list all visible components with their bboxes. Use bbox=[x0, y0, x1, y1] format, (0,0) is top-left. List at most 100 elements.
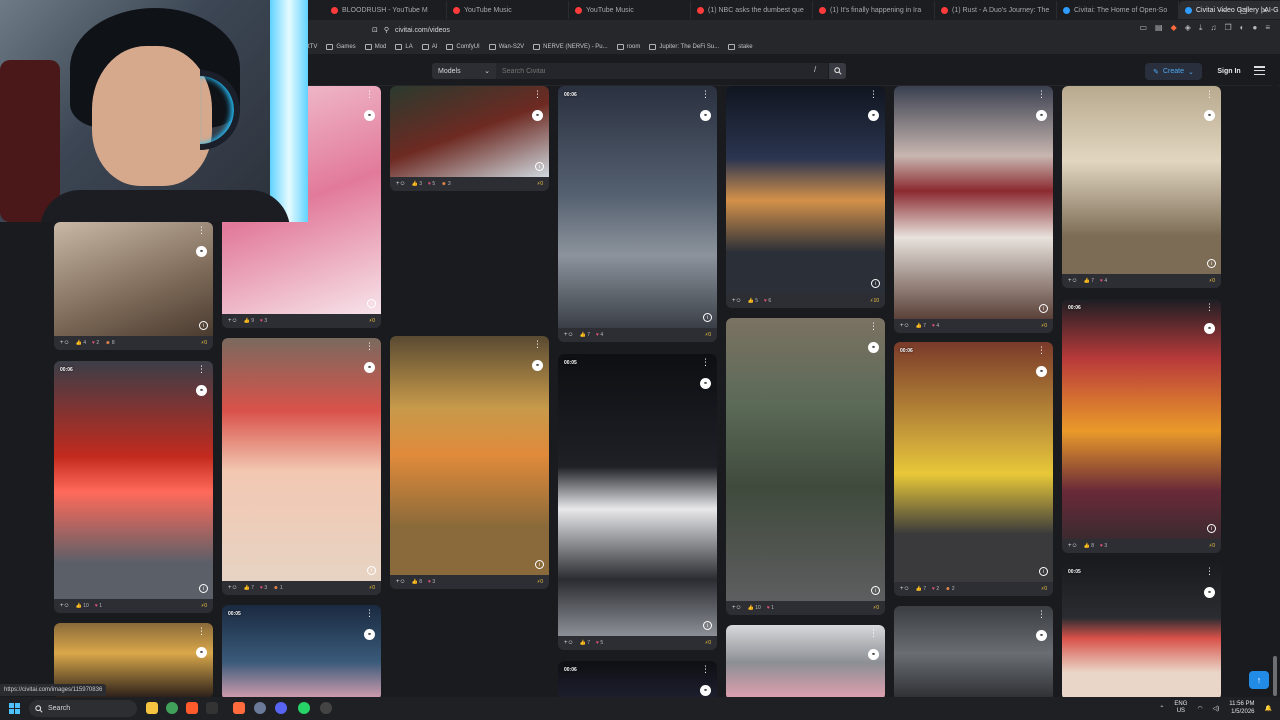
profile-icon[interactable]: ● bbox=[1252, 23, 1257, 33]
browser-menu-icon[interactable]: ≡ bbox=[1265, 23, 1270, 33]
volume-icon[interactable]: ◁) bbox=[1213, 705, 1220, 712]
browser-tab[interactable]: YouTube Music bbox=[569, 1, 691, 19]
bookmark-item[interactable]: stake bbox=[728, 44, 753, 50]
reaction-count[interactable]: ♥ 6 bbox=[764, 298, 771, 304]
video-thumbnail[interactable] bbox=[390, 86, 549, 177]
bookmark-star-icon[interactable]: ⊡ bbox=[372, 26, 378, 34]
video-card[interactable]: 00:06 ⋮ ⚭ i +☺ 👍 10 ♥ 1 ⚡0 bbox=[54, 361, 213, 613]
cast-icon[interactable]: ▭ bbox=[1139, 23, 1147, 33]
tray-chevron-icon[interactable]: ⌃ bbox=[1159, 705, 1164, 712]
add-reaction-button[interactable]: +☺ bbox=[228, 585, 238, 591]
info-icon[interactable]: i bbox=[367, 566, 376, 575]
info-icon[interactable]: i bbox=[1207, 259, 1216, 268]
add-reaction-button[interactable]: +☺ bbox=[396, 579, 406, 585]
browser-tab[interactable]: (1) It's finally happening in Ira bbox=[813, 1, 935, 19]
remix-icon[interactable]: ⚭ bbox=[1036, 630, 1047, 641]
reaction-count[interactable]: 👍 4 bbox=[76, 340, 86, 346]
info-icon[interactable]: i bbox=[871, 586, 880, 595]
more-options-icon[interactable]: ⋮ bbox=[1205, 303, 1214, 312]
remix-icon[interactable]: ⚭ bbox=[700, 685, 711, 696]
terminal-icon[interactable] bbox=[206, 702, 218, 714]
reaction-count[interactable]: ♥ 2 bbox=[92, 340, 99, 346]
video-thumbnail[interactable] bbox=[726, 86, 885, 294]
reaction-count[interactable]: 👍 3 bbox=[412, 181, 422, 187]
sign-in-button[interactable]: Sign In bbox=[1210, 63, 1248, 80]
video-card[interactable]: ⋮ ⚭ i +☺ 👍 8 ♥ 3 ⚡0 bbox=[390, 336, 549, 589]
remix-icon[interactable]: ⚭ bbox=[700, 110, 711, 121]
reaction-count[interactable]: ♥ 4 bbox=[932, 323, 939, 329]
more-options-icon[interactable]: ⋮ bbox=[1037, 90, 1046, 99]
info-icon[interactable]: i bbox=[199, 321, 208, 330]
bookmark-item[interactable]: Wan-S2V bbox=[488, 44, 524, 50]
clock[interactable]: 11:56 PM 1/5/2026 bbox=[1229, 700, 1254, 716]
video-thumbnail[interactable] bbox=[894, 606, 1053, 701]
info-icon[interactable]: i bbox=[1207, 524, 1216, 533]
bookmark-item[interactable]: Mod bbox=[364, 44, 386, 50]
remix-icon[interactable]: ⚭ bbox=[1036, 366, 1047, 377]
reaction-count[interactable]: ♥ 5 bbox=[428, 181, 435, 187]
video-card[interactable]: 00:05 ⋮ ⚭ bbox=[222, 605, 381, 700]
page-icon[interactable]: ▤ bbox=[1155, 23, 1163, 33]
reaction-count[interactable]: ♥ 4 bbox=[1100, 278, 1107, 284]
video-thumbnail[interactable] bbox=[558, 354, 717, 636]
bookmark-item[interactable]: AI bbox=[421, 44, 437, 50]
info-icon[interactable]: i bbox=[1039, 567, 1048, 576]
obs-icon[interactable] bbox=[320, 702, 332, 714]
reaction-count[interactable]: 👍 7 bbox=[580, 640, 590, 646]
reaction-count[interactable]: ☻ 1 bbox=[273, 585, 282, 591]
shield-icon[interactable]: ◆ bbox=[1171, 23, 1177, 33]
wallet-icon[interactable]: ◐ bbox=[1240, 23, 1245, 33]
buzz-tip-count[interactable]: ⚡0 bbox=[201, 340, 207, 346]
video-card[interactable]: ⋮ ⚭ i +☺ 👍 10 ♥ 1 ⚡0 bbox=[726, 318, 885, 615]
video-thumbnail[interactable] bbox=[54, 361, 213, 599]
video-thumbnail[interactable] bbox=[726, 625, 885, 700]
more-options-icon[interactable]: ⋮ bbox=[197, 226, 206, 235]
video-thumbnail[interactable] bbox=[558, 86, 717, 328]
reaction-count[interactable]: 👍 10 bbox=[76, 603, 89, 609]
remix-icon[interactable]: ⚭ bbox=[868, 649, 879, 660]
page-scrollbar[interactable] bbox=[1272, 56, 1278, 696]
download-icon[interactable]: ⤓ bbox=[1199, 23, 1203, 33]
remix-icon[interactable]: ⚭ bbox=[532, 360, 543, 371]
info-icon[interactable]: i bbox=[535, 560, 544, 569]
maximize-icon[interactable]: ▢ bbox=[1240, 6, 1248, 15]
info-icon[interactable]: i bbox=[703, 313, 712, 322]
more-options-icon[interactable]: ⋮ bbox=[365, 609, 374, 618]
video-card[interactable]: ⋮ ⚭ i +☺ 👍 7 ♥ 4 ⚡0 bbox=[894, 86, 1053, 333]
add-reaction-button[interactable]: +☺ bbox=[396, 181, 406, 187]
minimize-icon[interactable]: — bbox=[1218, 6, 1226, 15]
remix-icon[interactable]: ⚭ bbox=[1204, 323, 1215, 334]
reaction-count[interactable]: 👍 7 bbox=[916, 323, 926, 329]
video-card[interactable]: 00:05 ⋮ ⚭ i +☺ 👍 7 ♥ 5 ⚡0 bbox=[558, 354, 717, 650]
reaction-count[interactable]: ♥ 1 bbox=[95, 603, 102, 609]
settings-icon[interactable] bbox=[254, 702, 266, 714]
reaction-count[interactable]: 👍 7 bbox=[580, 332, 590, 338]
reaction-count[interactable]: 👍 7 bbox=[1084, 278, 1094, 284]
video-card[interactable]: 00:06 ⋮ ⚭ i +☺ 👍 8 ♥ 3 ⚡0 bbox=[1062, 299, 1221, 553]
more-options-icon[interactable]: ⋮ bbox=[1037, 610, 1046, 619]
browser-tab[interactable]: YouTube Music bbox=[447, 1, 569, 19]
bookmark-item[interactable]: room bbox=[616, 44, 640, 50]
browser-tab[interactable]: Civitai: The Home of Open-So bbox=[1057, 1, 1179, 19]
more-options-icon[interactable]: ⋮ bbox=[1037, 346, 1046, 355]
site-info-icon[interactable]: ⚲ bbox=[384, 26, 389, 34]
add-reaction-button[interactable]: +☺ bbox=[1068, 543, 1078, 549]
remix-icon[interactable]: ⚭ bbox=[1036, 110, 1047, 121]
remix-icon[interactable]: ⚭ bbox=[532, 110, 543, 121]
remix-icon[interactable]: ⚭ bbox=[196, 647, 207, 658]
video-thumbnail[interactable] bbox=[1062, 86, 1221, 274]
video-thumbnail[interactable] bbox=[390, 336, 549, 575]
music-icon[interactable]: ♫ bbox=[1210, 23, 1216, 33]
buzz-tip-count[interactable]: ⚡0 bbox=[1209, 543, 1215, 549]
hamburger-menu-icon[interactable] bbox=[1254, 66, 1265, 75]
buzz-tip-count[interactable]: ⚡0 bbox=[705, 640, 711, 646]
extension-icon[interactable]: ◈ bbox=[1185, 23, 1191, 33]
video-card[interactable]: ⋮ ⚭ i +☺ 👍 5 ♥ 6 ⚡10 bbox=[726, 86, 885, 308]
reaction-count[interactable]: 👍 8 bbox=[412, 579, 422, 585]
video-card[interactable]: ⋮ ⚭ i +☺ 👍 7 ♥ 3 ☻ 1 ⚡0 bbox=[222, 338, 381, 595]
reaction-count[interactable]: ♥ 3 bbox=[260, 585, 267, 591]
reaction-count[interactable]: 👍 9 bbox=[244, 318, 254, 324]
video-thumbnail[interactable] bbox=[54, 222, 213, 336]
more-options-icon[interactable]: ⋮ bbox=[701, 358, 710, 367]
bookmark-item[interactable]: ComfyUI bbox=[446, 44, 480, 50]
